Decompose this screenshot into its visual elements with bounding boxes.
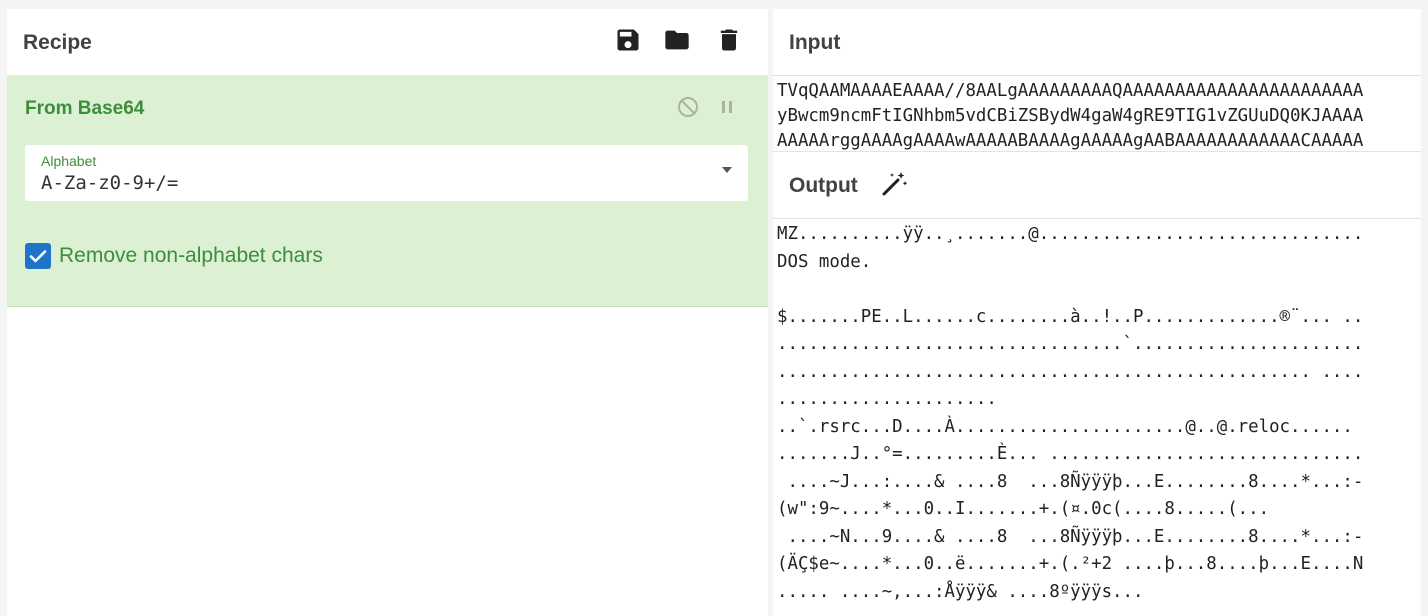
- output-line: (w":9~....*...0..I.......+.(¤.0c(....8..…: [777, 499, 1270, 519]
- output-line: (ÄÇ$e~....*...0..ë.......+.(.²+2 ....þ..…: [777, 554, 1364, 574]
- from-base64-operation: From Base64 Alphabet A-Za-z0-9+/= Remove…: [7, 75, 768, 307]
- recipe-pane: Recipe From Base64 Alphabet A-Za-z0-9+/=…: [7, 9, 768, 616]
- trash-icon[interactable]: [715, 26, 743, 54]
- output-line: .....................: [777, 389, 997, 409]
- chevron-down-icon[interactable]: [722, 167, 732, 173]
- output-line: ..`.rsrc...D....À......................@…: [777, 416, 1353, 437]
- input-title: Input: [789, 31, 841, 54]
- output-line: $.......PE..L......c........à..!..P.....…: [777, 306, 1364, 327]
- remove-non-alphabet-checkbox[interactable]: [25, 243, 51, 269]
- save-icon[interactable]: [614, 26, 642, 54]
- output-line: ..... ....~,...:Åÿÿÿ& ....8ºÿÿÿs...: [777, 581, 1144, 602]
- output-line: DOS mode.: [777, 251, 872, 272]
- pause-icon[interactable]: [715, 95, 739, 119]
- output-line: ....~J...:....& ....8 ...8Ñÿÿÿþ...E.....…: [777, 471, 1364, 492]
- recipe-header: Recipe: [7, 9, 768, 76]
- output-line: .......J..°=.........È... ..............…: [777, 444, 1364, 464]
- input-header: Input: [773, 9, 1421, 76]
- output-line: .................................`......…: [777, 334, 1364, 354]
- output-title: Output: [789, 174, 858, 197]
- input-line: TVqQAAMAAAAEAAAA//8AALgAAAAAAAAAQAAAAAAA…: [777, 81, 1364, 101]
- operation-title: From Base64: [25, 98, 145, 119]
- recipe-title: Recipe: [23, 31, 92, 54]
- alphabet-select[interactable]: Alphabet A-Za-z0-9+/=: [25, 145, 748, 201]
- output-line: ........................................…: [777, 361, 1364, 382]
- output-line: MZ..........ÿÿ..¸.......@...............…: [777, 224, 1364, 244]
- magic-wand-icon[interactable]: [879, 169, 909, 199]
- input-line: yBwcm9ncmFtIGNhbm5vdCBiZSBydW4gaW4gRE9TI…: [777, 106, 1364, 126]
- input-textarea[interactable]: TVqQAAMAAAAEAAAA//8AALgAAAAAAAAAQAAAAAAA…: [773, 76, 1421, 152]
- disable-icon[interactable]: [676, 95, 700, 119]
- input-lines: TVqQAAMAAAAEAAAA//8AALgAAAAAAAAAQAAAAAAA…: [773, 76, 1421, 151]
- output-line: ....~N...9....& ....8 ...8Ñÿÿÿþ...E.....…: [777, 526, 1364, 547]
- output-lines: MZ..........ÿÿ..¸.......@...............…: [773, 221, 1421, 606]
- io-pane: Input TVqQAAMAAAAEAAAA//8AALgAAAAAAAAAQA…: [773, 9, 1421, 616]
- remove-non-alphabet-label: Remove non-alphabet chars: [59, 244, 323, 267]
- alphabet-label: Alphabet: [41, 153, 97, 169]
- input-line: AAAAArggAAAAgAAAAwAAAAABAAAAgAAAAAgAABAA…: [777, 131, 1364, 151]
- output-header: Output: [773, 152, 1421, 219]
- folder-icon[interactable]: [663, 26, 691, 54]
- output-area[interactable]: MZ..........ÿÿ..¸.......@...............…: [773, 221, 1421, 616]
- alphabet-value: A-Za-z0-9+/=: [41, 172, 179, 194]
